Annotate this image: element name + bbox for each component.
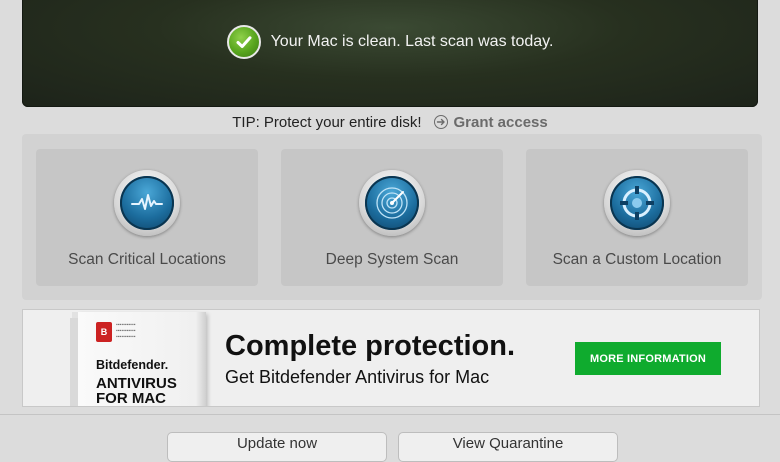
product-brand: Bitdefender. xyxy=(96,358,169,372)
more-information-button[interactable]: MORE INFORMATION xyxy=(575,342,721,375)
target-icon xyxy=(604,170,670,236)
bitdefender-logo-icon: B xyxy=(96,322,112,342)
promo-subline: Get Bitdefender Antivirus for Mac xyxy=(225,367,490,387)
divider xyxy=(0,414,780,415)
promo-banner: B ▪▪▪▪▪▪▪▪▪▪▪ ▪▪▪▪▪▪▪▪▪▪▪ ▪▪▪▪▪▪▪▪▪▪▪ Bitd… xyxy=(22,309,760,407)
scan-critical-locations-tile[interactable]: Scan Critical Locations xyxy=(36,149,258,286)
status-row: Your Mac is clean. Last scan was today. xyxy=(22,24,758,60)
update-now-button[interactable]: Update now xyxy=(167,432,387,462)
status-banner: Your Mac is clean. Last scan was today. xyxy=(22,0,758,107)
scan-panel: Scan Critical Locations Deep System Scan xyxy=(22,134,762,300)
scan-custom-location-tile[interactable]: Scan a Custom Location xyxy=(526,149,748,286)
pulse-icon xyxy=(114,170,180,236)
arrow-right-circle-icon xyxy=(433,115,448,129)
status-message: Your Mac is clean. Last scan was today. xyxy=(270,33,554,50)
radar-icon xyxy=(359,170,425,236)
grant-access-link[interactable]: Grant access xyxy=(433,113,548,131)
deep-system-scan-tile[interactable]: Deep System Scan xyxy=(281,149,503,286)
product-name: ANTIVIRUS FOR MAC xyxy=(96,375,177,407)
deep-system-scan-label: Deep System Scan xyxy=(325,251,459,268)
view-quarantine-button[interactable]: View Quarantine xyxy=(398,432,618,462)
grant-access-label: Grant access xyxy=(453,113,548,131)
checkmark-icon xyxy=(226,25,261,59)
tip-text: TIP: Protect your entire disk! xyxy=(232,113,422,131)
tip-row: TIP: Protect your entire disk! Grant acc… xyxy=(0,112,780,132)
scan-custom-location-label: Scan a Custom Location xyxy=(552,251,722,268)
scan-critical-locations-label: Scan Critical Locations xyxy=(68,251,226,268)
promo-headline: Complete protection. xyxy=(225,330,516,362)
product-box-image: B ▪▪▪▪▪▪▪▪▪▪▪ ▪▪▪▪▪▪▪▪▪▪▪ ▪▪▪▪▪▪▪▪▪▪▪ Bitd… xyxy=(70,312,206,407)
